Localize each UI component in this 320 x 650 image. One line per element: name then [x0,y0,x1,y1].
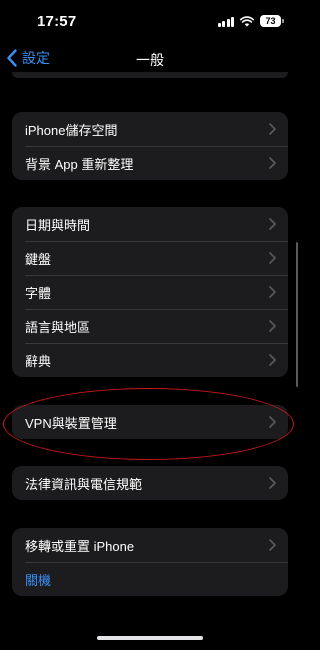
previous-group-bottom [12,72,288,78]
status-bar: 17:57 73 [0,0,300,44]
cellular-signal-icon [217,16,234,27]
chevron-right-icon [269,354,276,366]
row-shut-down[interactable]: 關機 [12,562,288,596]
row-label: 字體 [25,285,52,301]
scrollbar[interactable] [296,242,298,387]
battery-level: 73 [260,15,281,27]
settings-group-reset: 移轉或重置 iPhone 關機 [12,528,288,596]
shut-down-label: 關機 [25,572,52,588]
row-fonts[interactable]: 字體 [12,275,288,309]
row-label: 語言與地區 [25,319,91,335]
navigation-bar: 設定 一般 [0,44,300,72]
settings-group-vpn: VPN與裝置管理 [12,405,288,439]
page-title: 一般 [136,52,164,68]
settings-group-storage: iPhone儲存空間 背景 App 重新整理 [12,112,288,180]
row-label: iPhone儲存空間 [25,122,118,138]
home-indicator[interactable] [97,636,203,640]
row-label: 法律資訊與電信規範 [25,476,143,492]
row-label: 移轉或重置 iPhone [25,538,135,554]
row-keyboard[interactable]: 鍵盤 [12,241,288,275]
chevron-right-icon [269,123,276,135]
status-icons: 73 [217,15,284,27]
row-label: 日期與時間 [25,217,91,233]
chevron-right-icon [269,320,276,332]
row-transfer-reset[interactable]: 移轉或重置 iPhone [12,528,288,562]
chevron-right-icon [269,416,276,428]
settings-group-locale: 日期與時間 鍵盤 字體 語言與地區 辭典 [12,207,288,377]
chevron-right-icon [269,218,276,230]
wifi-icon [240,15,254,26]
chevron-right-icon [269,252,276,264]
chevron-right-icon [269,286,276,298]
row-date-time[interactable]: 日期與時間 [12,207,288,241]
row-background-app-refresh[interactable]: 背景 App 重新整理 [12,146,288,180]
row-legal-regulatory[interactable]: 法律資訊與電信規範 [12,466,288,500]
row-label: VPN與裝置管理 [25,415,117,431]
row-label: 辭典 [25,353,52,369]
settings-group-legal: 法律資訊與電信規範 [12,466,288,500]
row-dictionary[interactable]: 辭典 [12,343,288,377]
row-iphone-storage[interactable]: iPhone儲存空間 [12,112,288,146]
row-vpn-device-management[interactable]: VPN與裝置管理 [12,405,288,439]
status-time: 17:57 [37,13,77,30]
chevron-right-icon [269,539,276,551]
chevron-right-icon [269,477,276,489]
battery-icon: 73 [260,15,284,27]
row-label: 鍵盤 [25,251,52,267]
chevron-right-icon [269,157,276,169]
row-language-region[interactable]: 語言與地區 [12,309,288,343]
row-label: 背景 App 重新整理 [25,156,134,172]
